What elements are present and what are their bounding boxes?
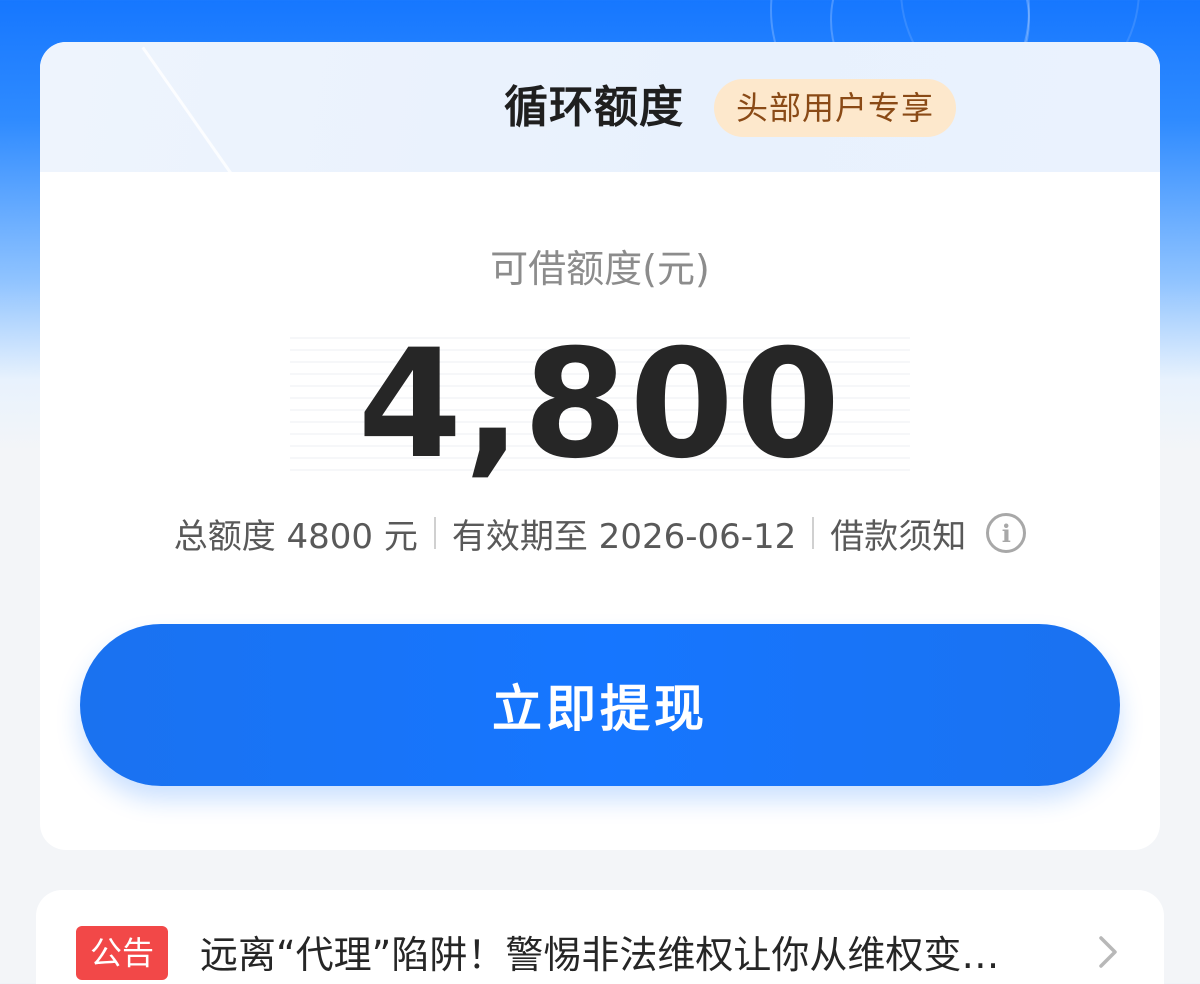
- validity-text: 有效期至 2026-06-12: [451, 516, 797, 557]
- available-amount: 4,800: [357, 318, 843, 492]
- withdraw-button[interactable]: 立即提现: [80, 624, 1120, 786]
- credit-info-row: 总额度 4800 元 有效期至 2026-06-12 借款须知 i: [40, 508, 1160, 558]
- card-header: 循环额度 头部用户专享: [40, 42, 1160, 188]
- announcement-bar[interactable]: 公告 远离“代理”陷阱！警惕非法维权让你从维权变…: [36, 890, 1164, 984]
- premium-user-badge: 头部用户专享: [714, 79, 957, 137]
- loan-notice-link[interactable]: 借款须知: [830, 509, 966, 558]
- announcement-text[interactable]: 远离“代理”陷阱！警惕非法维权让你从维权变…: [200, 928, 1080, 982]
- revolving-credit-card: 循环额度 头部用户专享 可借额度(元) 4,800 总额度 4800 元 有效期…: [40, 42, 1160, 850]
- card-title: 循环额度: [504, 82, 684, 133]
- announcement-badge: 公告: [76, 926, 168, 980]
- chevron-right-icon[interactable]: [1088, 932, 1128, 972]
- header-decoration: [141, 46, 242, 188]
- info-icon[interactable]: i: [986, 513, 1027, 553]
- divider: [433, 517, 436, 549]
- divider: [812, 517, 815, 549]
- available-amount-label: 可借额度(元): [490, 247, 710, 291]
- total-credit-text: 总额度 4800 元: [173, 516, 418, 557]
